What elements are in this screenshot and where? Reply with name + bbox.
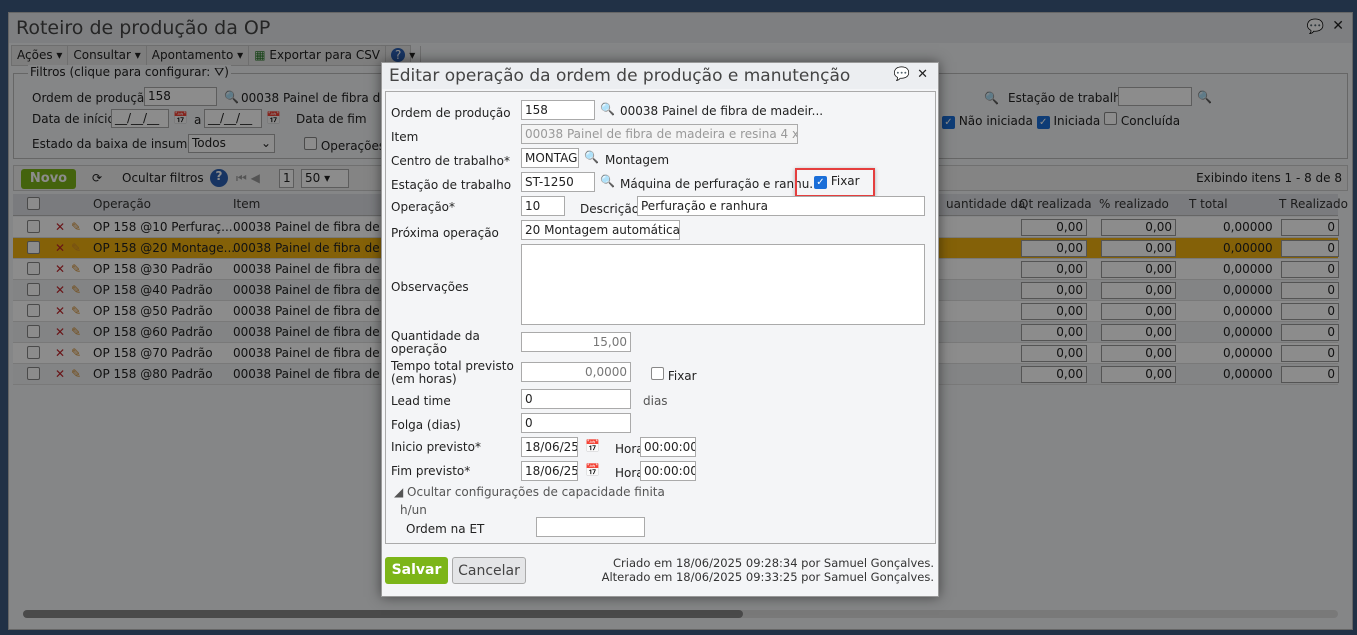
cancelar-button[interactable]: Cancelar (452, 557, 526, 584)
item-select[interactable]: 00038 Painel de fibra de madeira e resin… (521, 124, 798, 144)
audit-info: Criado em 18/06/2025 09:28:34 por Samuel… (601, 556, 934, 584)
fim-date-input[interactable]: 18/06/25 (521, 461, 578, 481)
tempo-input[interactable]: 0,0000 (521, 362, 631, 382)
search-icon[interactable]: 🔍 (584, 150, 599, 164)
tempo-label: Tempo total previsto (391, 359, 514, 373)
descricao-label: Descrição (580, 202, 640, 216)
estacao-desc: Máquina de perfuração e ranhu... (620, 177, 821, 191)
comment-icon[interactable]: 💬 (894, 67, 910, 82)
inicio-label: Inicio previsto* (391, 440, 481, 454)
fim-hora-input[interactable]: 00:00:00 (640, 461, 696, 481)
estacao-label: Estação de trabalho (391, 178, 512, 192)
inicio-hora-input[interactable]: 00:00:00 (640, 437, 696, 457)
dialog-title: Editar operação da ordem de produção e m… (382, 63, 938, 89)
ordem-input[interactable]: 158 (521, 100, 595, 120)
salvar-button[interactable]: Salvar (385, 557, 448, 584)
close-icon[interactable]: ✕ (917, 67, 928, 82)
fixar-estacao-checkbox[interactable]: ✓ (814, 176, 827, 189)
proxima-label: Próxima operação (391, 226, 499, 240)
fixar-tempo-checkbox[interactable] (651, 367, 664, 380)
folga-input[interactable]: 0 (521, 413, 631, 433)
observacoes-textarea[interactable] (521, 244, 925, 325)
estacao-input[interactable]: ST-1250 (521, 172, 595, 192)
descricao-input[interactable]: Perfuração e ranhura (637, 196, 925, 216)
qtd-input: 15,00 (521, 332, 631, 352)
fixar-highlight: ✓ Fixar (795, 168, 875, 197)
operacao-input[interactable]: 10 (521, 196, 565, 216)
inicio-date-input[interactable]: 18/06/25 (521, 437, 578, 457)
operacao-label: Operação* (391, 200, 456, 214)
lead-label: Lead time (391, 394, 451, 408)
calendar-icon[interactable]: 📅 (585, 439, 600, 453)
folga-label: Folga (dias) (391, 418, 461, 432)
dias-label: dias (643, 394, 668, 408)
ordem-desc: 00038 Painel de fibra de madeir... (620, 104, 824, 118)
search-icon[interactable]: 🔍 (600, 102, 615, 116)
centro-desc: Montagem (605, 153, 670, 167)
search-icon[interactable]: 🔍 (600, 174, 615, 188)
ordem-label: Ordem de produção (391, 106, 511, 120)
proxima-select[interactable]: 20 Montagem automática ⌄ (521, 220, 680, 240)
item-label: Item (391, 130, 419, 144)
lead-input[interactable]: 0 (521, 389, 631, 409)
ordem-et-input[interactable] (536, 517, 645, 537)
ordem-et-label: Ordem na ET (406, 522, 485, 536)
calendar-icon[interactable]: 📅 (585, 463, 600, 477)
fim-label: Fim previsto* (391, 464, 471, 478)
qtd-label: Quantidade da (391, 329, 480, 343)
centro-input[interactable]: MONTAGEM (521, 148, 579, 168)
obs-label: Observações (391, 280, 469, 294)
hun-label: h/un (400, 503, 427, 517)
ocultar-capacidade-toggle[interactable]: ◢ Ocultar configurações de capacidade fi… (394, 485, 665, 499)
edit-operation-dialog: Editar operação da ordem de produção e m… (381, 62, 939, 597)
form-panel: Ordem de produção 158 🔍 00038 Painel de … (385, 91, 936, 544)
centro-label: Centro de trabalho* (391, 154, 510, 168)
